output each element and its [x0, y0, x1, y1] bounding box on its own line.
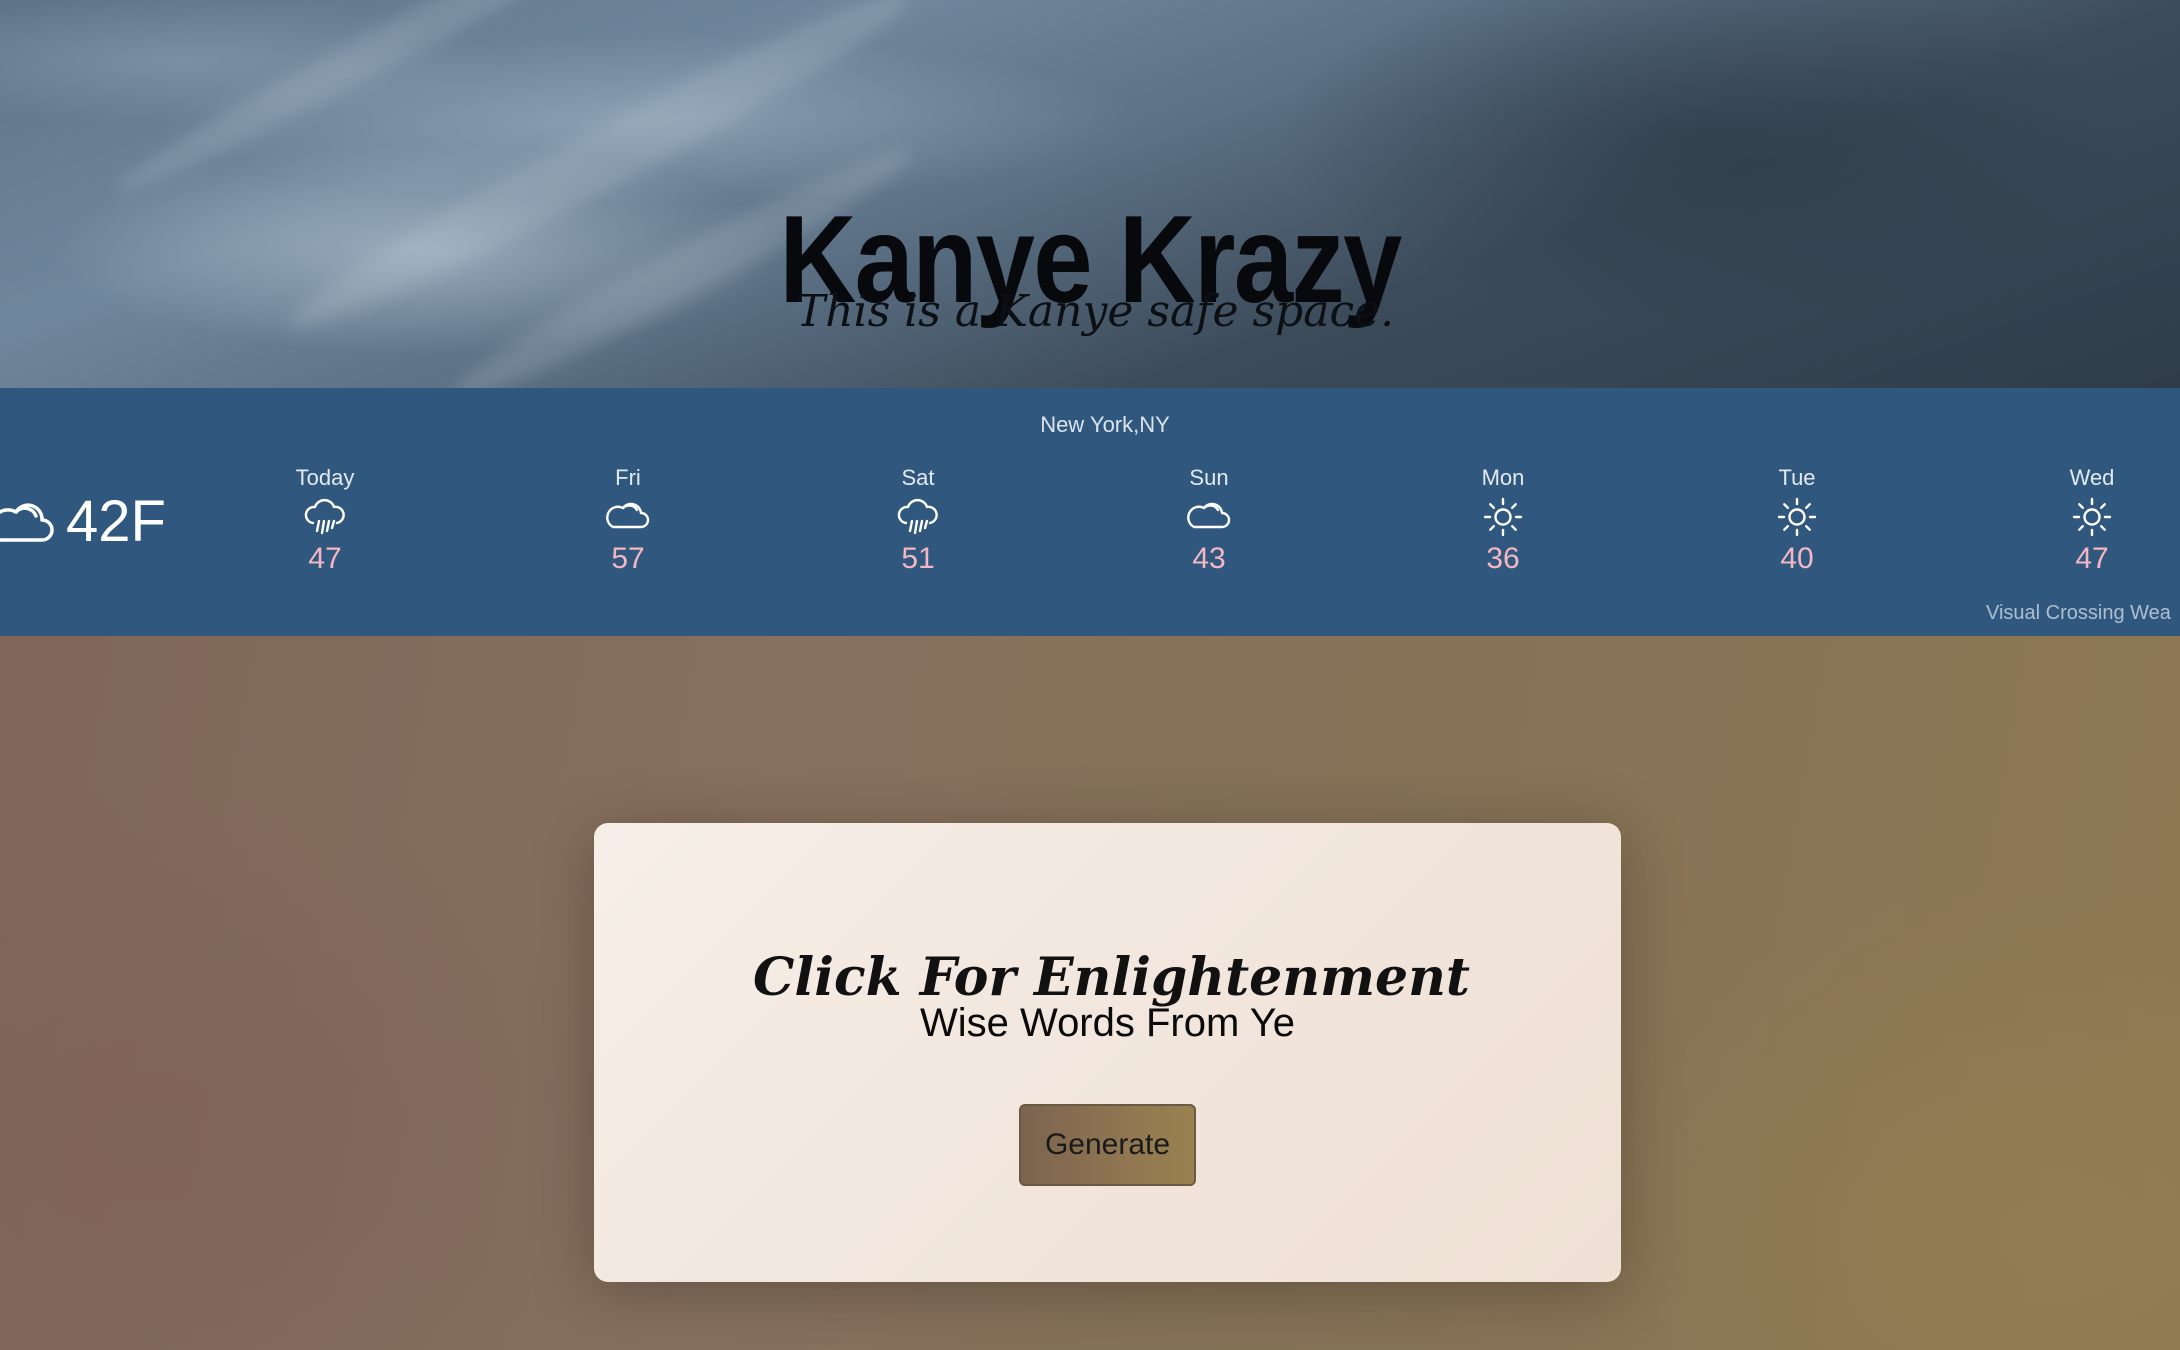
sun-icon [1717, 492, 1877, 542]
forecast-temperature: 51 [901, 542, 935, 575]
quote-card: Click For Enlightenment Wise Words From … [594, 823, 1621, 1282]
current-weather: 42F [0, 492, 166, 552]
cloud-icon [1129, 492, 1289, 542]
forecast-day-name: Mon [1481, 465, 1525, 490]
forecast-day-name: Sun [1189, 465, 1229, 490]
forecast-temperature: 47 [308, 542, 342, 575]
weather-credit-link[interactable]: Visual Crossing Wea [1986, 602, 2171, 625]
page-subtitle: This is a Kanye safe space. [795, 286, 1395, 337]
forecast-day: Tue 40 [1717, 464, 1877, 576]
cloud-icon [0, 496, 56, 548]
forecast-temperature: 43 [1192, 542, 1226, 575]
forecast-day-name: Tue [1778, 465, 1816, 490]
sun-icon [2012, 492, 2172, 542]
current-temperature: 42F [66, 489, 166, 554]
weather-widget: New York,NY 42F Today 47 Fri 57 Sat 51 S… [0, 388, 2180, 636]
forecast-temperature: 57 [611, 542, 645, 575]
forecast-day-name: Wed [2069, 465, 2115, 490]
rain-cloud-icon [245, 492, 405, 542]
forecast-day: Mon 36 [1423, 464, 1583, 576]
forecast-day: Sat 51 [838, 464, 998, 576]
forecast-day-name: Fri [615, 465, 641, 490]
hero-banner: Kanye Krazy This is a Kanye safe space. [0, 0, 2180, 388]
forecast-temperature: 36 [1486, 542, 1520, 575]
sun-icon [1423, 492, 1583, 542]
weather-location: New York,NY [1040, 412, 1170, 437]
forecast-day: Fri 57 [548, 464, 708, 576]
forecast-day: Sun 43 [1129, 464, 1289, 576]
forecast-day: Today 47 [245, 464, 405, 576]
forecast-day-name: Sat [901, 465, 935, 490]
main-section: Click For Enlightenment Wise Words From … [0, 636, 2180, 1350]
forecast-temperature: 47 [2075, 542, 2109, 575]
cloud-icon [548, 492, 708, 542]
rain-cloud-icon [838, 492, 998, 542]
card-subtitle: Wise Words From Ye [920, 1001, 1295, 1045]
generate-button[interactable]: Generate [1019, 1104, 1196, 1186]
forecast-day: Wed 47 [2012, 464, 2172, 576]
forecast-temperature: 40 [1780, 542, 1814, 575]
forecast-day-name: Today [295, 465, 355, 490]
